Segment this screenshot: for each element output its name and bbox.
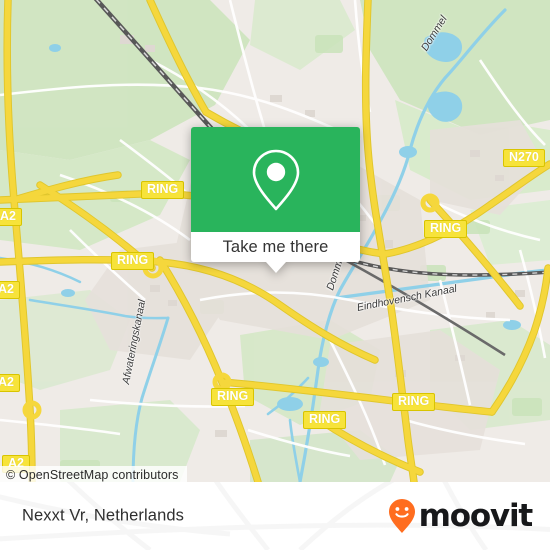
road-shield-a2[interactable]: A2 xyxy=(0,374,20,393)
osm-attribution[interactable]: © OpenStreetMap contributors xyxy=(0,466,187,482)
road-shield-ring[interactable]: RING xyxy=(303,411,347,430)
moovit-pin-smile-icon xyxy=(388,499,415,533)
road-shield-n270[interactable]: N270 xyxy=(503,149,545,168)
take-me-there-callout[interactable]: Take me there xyxy=(191,127,360,273)
road-shield-a2[interactable]: A2 xyxy=(0,281,20,300)
footer-bar: Nexxt Vr, Netherlands moovit xyxy=(0,482,550,550)
moovit-map-page: Dommel Dommel Eindhovensch Kanaal Afwate… xyxy=(0,0,550,550)
place-name-label: Nexxt Vr, Netherlands xyxy=(22,506,184,525)
road-shield-ring[interactable]: RING xyxy=(141,181,185,200)
moovit-wordmark: moovit xyxy=(418,497,534,534)
road-shield-ring[interactable]: RING xyxy=(424,220,468,239)
road-shield-ring[interactable]: RING xyxy=(392,393,436,412)
osm-attribution-text: © OpenStreetMap contributors xyxy=(6,467,179,482)
road-shield-ring[interactable]: RING xyxy=(111,252,155,271)
map-pin-icon xyxy=(252,149,299,210)
callout-action-label: Take me there xyxy=(222,237,329,256)
callout-action[interactable]: Take me there xyxy=(191,232,360,262)
callout-icon-panel xyxy=(191,127,360,232)
road-shield-a2[interactable]: A2 xyxy=(0,208,22,227)
callout-pointer xyxy=(265,262,286,273)
moovit-logo[interactable]: moovit xyxy=(388,497,534,534)
road-shield-ring[interactable]: RING xyxy=(211,388,255,407)
